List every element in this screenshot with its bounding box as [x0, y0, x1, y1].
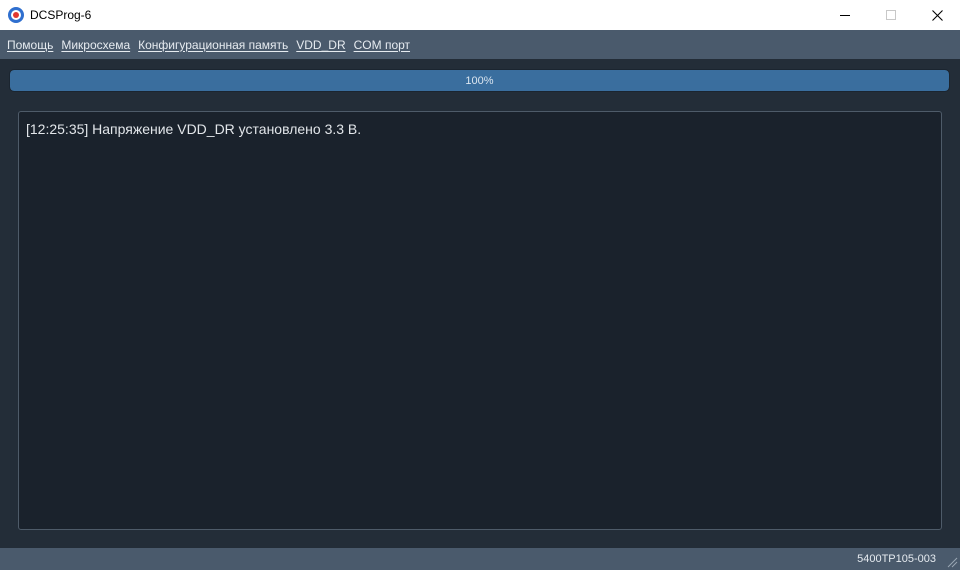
- menu-item-chip[interactable]: Микросхема: [61, 38, 130, 52]
- progress-label: 100%: [465, 74, 494, 87]
- title-bar[interactable]: DCSProg-6: [0, 0, 960, 30]
- window-controls: [822, 0, 960, 30]
- menu-item-config-memory[interactable]: Конфигурационная память: [138, 38, 288, 52]
- maximize-button[interactable]: [868, 0, 914, 30]
- minimize-icon: [840, 15, 850, 16]
- close-icon: [931, 9, 943, 21]
- menu-item-help[interactable]: Помощь: [7, 38, 53, 52]
- log-output[interactable]: [12:25:35] Напряжение VDD_DR установлено…: [18, 111, 942, 530]
- status-bar: 5400ТР105-003: [0, 548, 960, 570]
- app-logo-icon: [8, 7, 24, 23]
- log-line: [12:25:35] Напряжение VDD_DR установлено…: [26, 121, 362, 137]
- resize-grip-icon[interactable]: [947, 557, 958, 568]
- menu-item-com-port[interactable]: COM порт: [354, 38, 410, 52]
- window-title: DCSProg-6: [30, 8, 92, 22]
- app-window: DCSProg-6 Помощь Микросхема Конфигурацио…: [0, 0, 960, 570]
- progress-bar: 100%: [9, 69, 950, 92]
- close-button[interactable]: [914, 0, 960, 30]
- minimize-button[interactable]: [822, 0, 868, 30]
- device-name: 5400ТР105-003: [857, 553, 936, 565]
- menu-bar: Помощь Микросхема Конфигурационная памят…: [0, 30, 960, 59]
- maximize-icon: [886, 10, 896, 20]
- menu-item-vdd-dr[interactable]: VDD_DR: [296, 38, 345, 52]
